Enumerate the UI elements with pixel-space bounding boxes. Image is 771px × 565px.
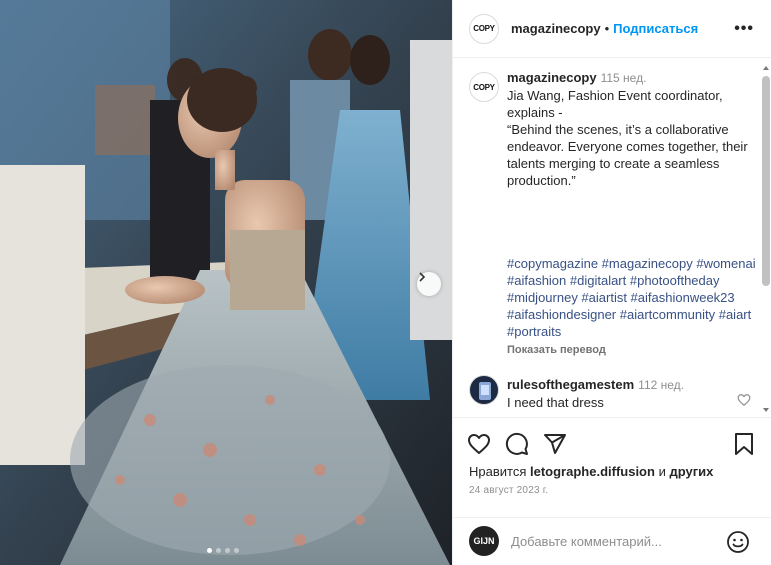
commenter-avatar[interactable] xyxy=(469,375,499,405)
next-slide-button[interactable] xyxy=(417,272,441,296)
likes-prefix: Нравится xyxy=(469,464,527,479)
carousel-dot[interactable] xyxy=(225,548,230,553)
post-image xyxy=(0,0,452,565)
like-comment-heart-icon[interactable] xyxy=(737,393,751,407)
account-username[interactable]: magazinecopy xyxy=(511,21,601,36)
comments-section[interactable]: COPY magazinecopy 115 нед. Jia Wang, Fash… xyxy=(453,59,771,416)
scroll-thumb[interactable] xyxy=(762,76,770,286)
heart-icon[interactable] xyxy=(467,432,491,456)
carousel-dots xyxy=(207,548,239,553)
likes-user[interactable]: letographe.diffusion xyxy=(530,464,655,479)
scroll-up-arrow[interactable] xyxy=(763,66,769,70)
post-date[interactable]: 24 август 2023 г. xyxy=(469,485,548,496)
header-separator: • xyxy=(604,21,610,36)
emoji-icon[interactable] xyxy=(726,530,750,554)
more-icon[interactable]: ••• xyxy=(734,20,754,38)
next-arrow-icon xyxy=(419,272,426,282)
post-caption: COPY magazinecopy 115 нед. Jia Wang, Fash… xyxy=(469,69,759,359)
add-comment-bar: GIJN xyxy=(453,517,771,565)
show-translation-link[interactable]: Показать перевод xyxy=(507,342,759,359)
carousel-dot[interactable] xyxy=(234,548,239,553)
caption-avatar[interactable]: COPY xyxy=(469,72,499,102)
current-user-avatar[interactable]: GIJN xyxy=(469,526,499,556)
carousel-dot[interactable] xyxy=(216,548,221,553)
comment-item: rulesofthegamestem 112 нед. I need that d… xyxy=(469,375,751,411)
comment-text: I need that dress xyxy=(507,395,604,410)
bookmark-icon[interactable] xyxy=(732,432,756,456)
share-icon[interactable] xyxy=(543,432,567,456)
account-avatar[interactable]: COPY xyxy=(469,13,499,44)
caption-time: 115 нед. xyxy=(600,71,647,85)
follow-button[interactable]: Подписаться xyxy=(613,21,698,36)
likes-and: и xyxy=(658,464,666,479)
comments-scrollbar[interactable] xyxy=(762,66,770,412)
post-actions: Нравится letographe.diffusion и других 2… xyxy=(453,417,771,517)
commenter-username[interactable]: rulesofthegamestem xyxy=(507,377,634,392)
carousel-dot[interactable] xyxy=(207,548,212,553)
caption-hashtags[interactable]: #copymagazine #magazinecopy #womenai #ai… xyxy=(507,255,759,340)
scroll-down-arrow[interactable] xyxy=(763,408,769,412)
post-sidebar: COPY magazinecopy • Подписаться ••• COPY… xyxy=(452,0,771,565)
comment-input[interactable] xyxy=(511,530,711,552)
caption-text: Jia Wang, Fashion Event coordinator, exp… xyxy=(507,88,748,188)
post-media[interactable] xyxy=(0,0,452,565)
likes-summary: Нравится letographe.diffusion и других xyxy=(469,464,713,479)
likes-others[interactable]: других xyxy=(669,464,713,479)
comment-icon[interactable] xyxy=(505,432,529,456)
post-header: COPY magazinecopy • Подписаться ••• xyxy=(453,0,771,58)
comment-time: 112 нед. xyxy=(638,378,684,392)
caption-username[interactable]: magazinecopy xyxy=(507,70,597,85)
